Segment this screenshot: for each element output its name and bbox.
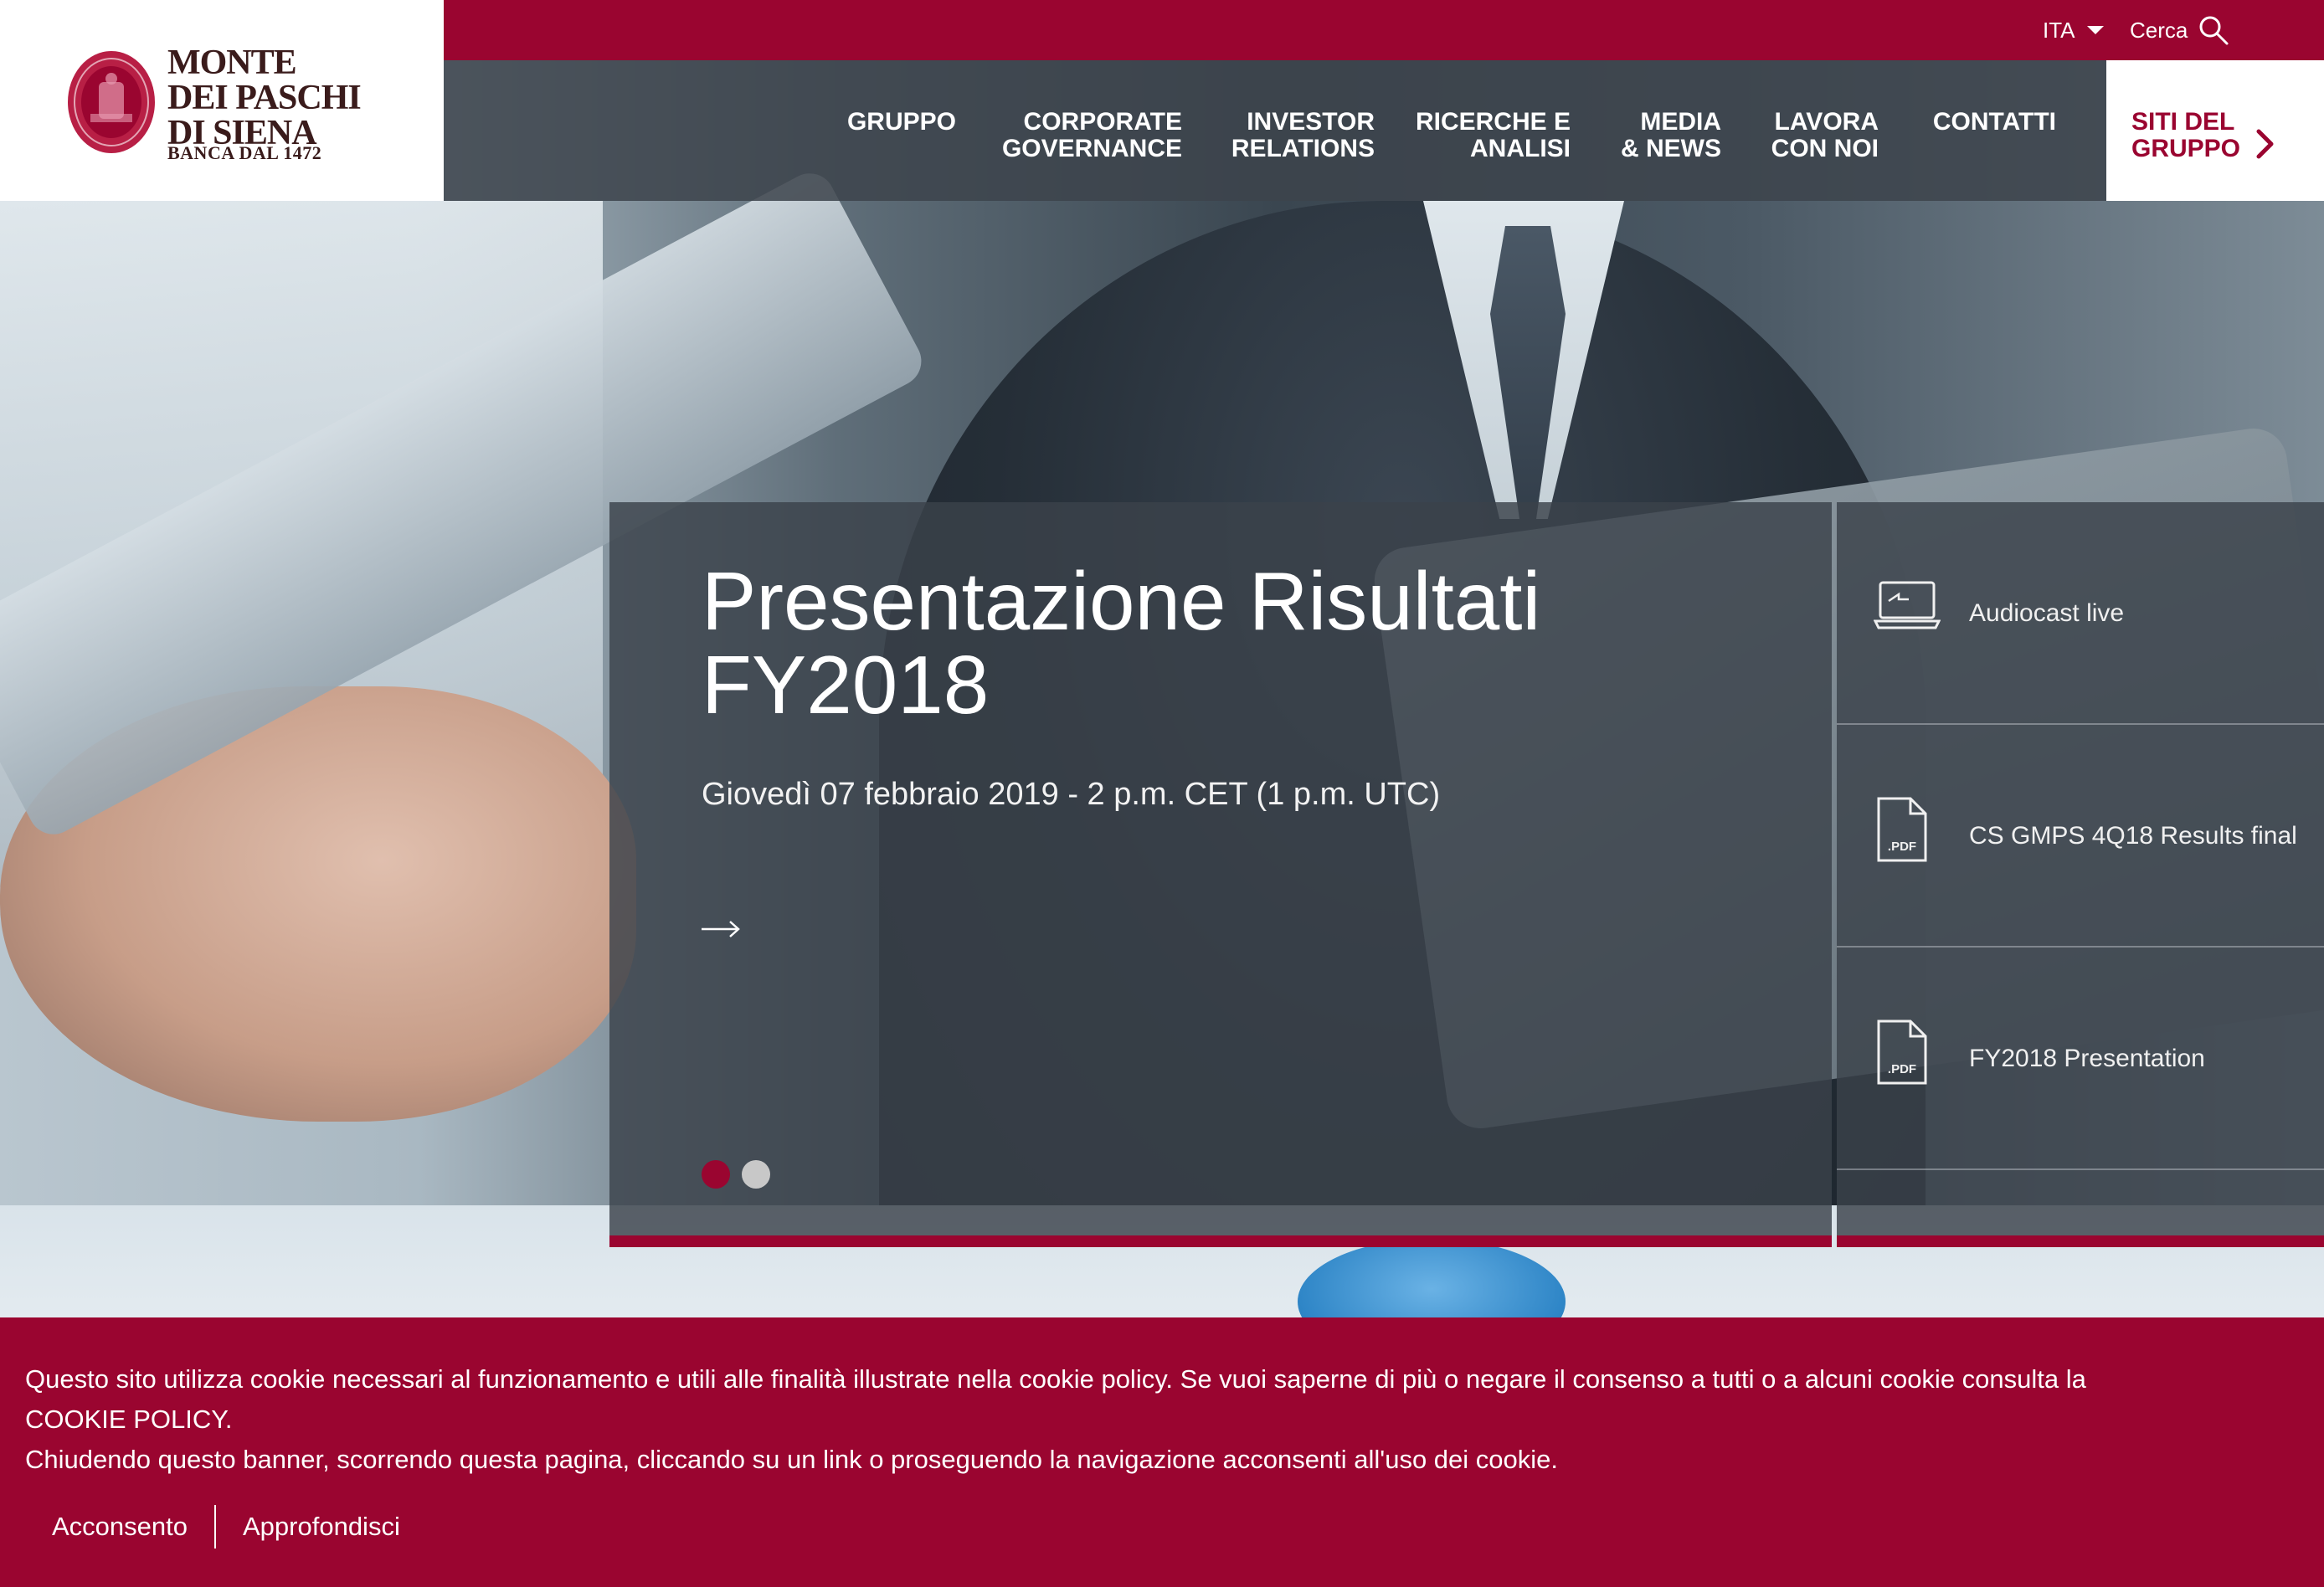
cookie-policy-link[interactable]: COOKIE POLICY. (25, 1400, 2285, 1440)
pdf-badge: .PDF (1888, 840, 1916, 854)
nav-item-contatti[interactable]: CONTATTI (1933, 109, 2056, 136)
nav-label-line2: ANALISI (1470, 135, 1571, 162)
slide-dot[interactable] (742, 1160, 770, 1189)
quick-link-label: CS GMPS 4Q18 Results final (1969, 822, 2297, 850)
hero-title[interactable]: Presentazione Risultati FY2018 (702, 559, 1706, 727)
group-sites-line2: GRUPPO (2131, 135, 2241, 162)
arrow-right-icon[interactable] (700, 919, 742, 939)
nav-item-media-news[interactable]: MEDIA & NEWS (1621, 109, 1721, 162)
quick-link-label: Audiocast live (1969, 599, 2125, 627)
language-label: ITA (2043, 17, 2075, 43)
search-icon (2199, 16, 2229, 45)
laptop-icon (1874, 581, 1941, 629)
seal-logo-icon (68, 51, 155, 153)
nav-label-line1: CORPORATE (1023, 108, 1182, 136)
hero-date: Giovedì 07 febbraio 2019 - 2 p.m. CET (1… (702, 777, 1441, 812)
group-sites-label: SITI DEL GRUPPO (2131, 109, 2240, 162)
nav-label-line2: RELATIONS (1231, 135, 1375, 162)
nav-label-line2: CONTATTI (1932, 108, 2056, 136)
pdf-icon: .PDF (1877, 1019, 1927, 1085)
logo[interactable]: MONTE DEI PASCHI DI SIENA BANCA DAL 1472 (0, 0, 444, 201)
hero-title-line: Presentazione Risultati (702, 555, 1541, 647)
logo-wordmark: MONTE DEI PASCHI DI SIENA (167, 44, 362, 151)
quick-link-label: FY2018 Presentation (1969, 1045, 2205, 1072)
nav-label-line2: GOVERNANCE (1001, 135, 1182, 162)
search-label: Cerca (2130, 17, 2188, 43)
nav-label-line1: MEDIA (1640, 108, 1721, 136)
pdf-badge: .PDF (1888, 1062, 1916, 1076)
hero-title-line: FY2018 (702, 639, 990, 731)
quick-link-audiocast[interactable]: Audiocast live (1837, 502, 2324, 725)
logo-line: MONTE (167, 44, 297, 82)
nav-item-investor-relations[interactable]: INVESTOR RELATIONS (1231, 109, 1375, 162)
nav-item-gruppo[interactable]: GRUPPO (847, 109, 956, 136)
nav-label-line1: INVESTOR (1247, 108, 1375, 136)
hero-slide: Presentazione Risultati FY2018 Giovedì 0… (609, 502, 1832, 1247)
nav-label-line1: LAVORA (1774, 108, 1879, 136)
chevron-right-icon (2256, 129, 2274, 159)
logo-tagline: BANCA DAL 1472 (167, 142, 322, 163)
quick-link-fy2018-presentation[interactable]: .PDF FY2018 Presentation (1837, 948, 2324, 1170)
cookie-text-line: Questo sito utilizza cookie necessari al… (25, 1364, 2086, 1394)
quick-link-cs-results[interactable]: .PDF CS GMPS 4Q18 Results final (1837, 725, 2324, 948)
nav-item-lavora-con-noi[interactable]: LAVORA CON NOI (1771, 109, 1879, 162)
search-button[interactable]: Cerca (2130, 13, 2229, 47)
cookie-banner: Questo sito utilizza cookie necessari al… (0, 1317, 2324, 1587)
pdf-icon: .PDF (1877, 797, 1927, 862)
caret-down-icon (2086, 26, 2104, 34)
nav-label-line1: RICERCHE E (1415, 108, 1571, 136)
language-selector[interactable]: ITA (2043, 17, 2104, 43)
accept-cookies-button[interactable]: Acconsento (25, 1505, 216, 1548)
nav-label-line2: CON NOI (1771, 135, 1879, 162)
slide-dot-active[interactable] (702, 1160, 730, 1189)
nav-item-corporate-governance[interactable]: CORPORATE GOVERNANCE (1002, 109, 1182, 162)
cookie-text-line: Chiudendo questo banner, scorrendo quest… (25, 1445, 1559, 1474)
group-sites-line1: SITI DEL (2131, 108, 2235, 136)
nav-label-line2: GRUPPO (846, 108, 956, 136)
nav-item-ricerche-analisi[interactable]: RICERCHE E ANALISI (1416, 109, 1571, 162)
nav-label-line2: & NEWS (1621, 135, 1721, 162)
quick-links-panel: Audiocast live .PDF CS GMPS 4Q18 Results… (1837, 502, 2324, 1247)
cookie-actions: Acconsento Approfondisci (25, 1505, 427, 1548)
learn-more-button[interactable]: Approfondisci (216, 1505, 427, 1548)
logo-line: DEI PASCHI (167, 79, 362, 117)
group-sites-button[interactable]: SITI DEL GRUPPO (2106, 60, 2324, 201)
cookie-message: Questo sito utilizza cookie necessari al… (25, 1359, 2285, 1480)
